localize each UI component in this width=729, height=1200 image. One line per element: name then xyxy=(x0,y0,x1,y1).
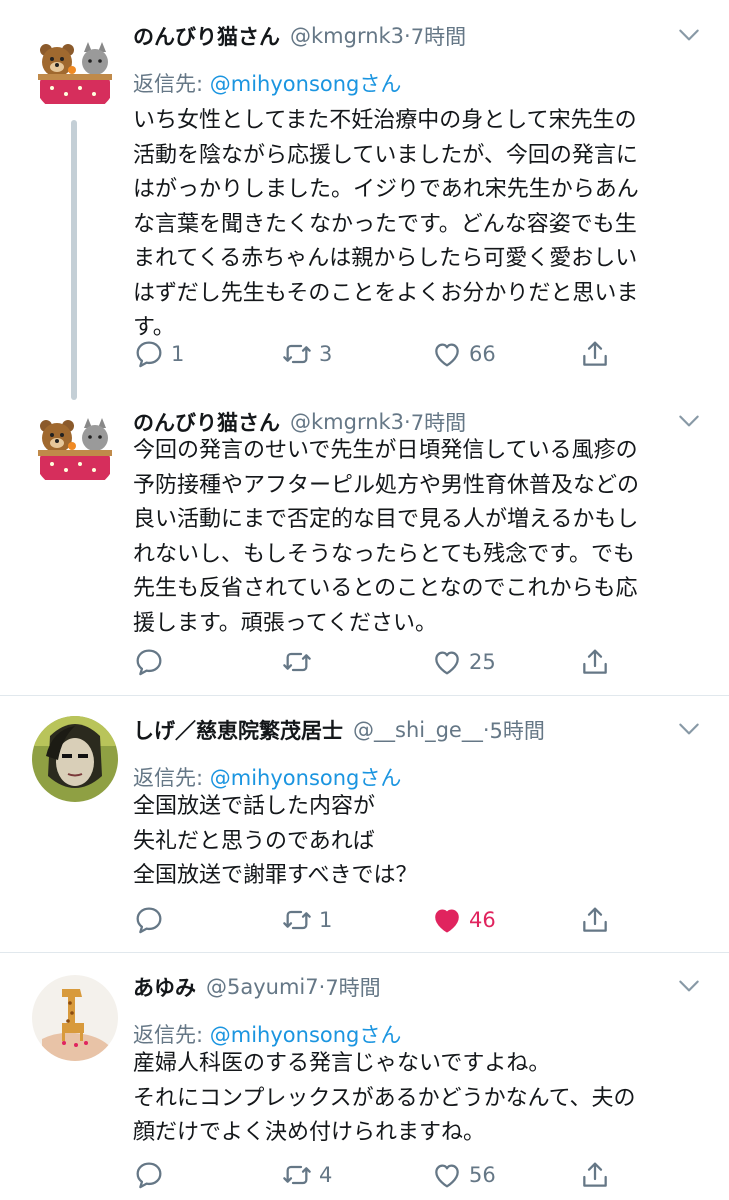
timestamp[interactable]: 7時間 xyxy=(325,972,380,1002)
timestamp[interactable]: 7時間 xyxy=(411,21,466,51)
tweet-divider xyxy=(0,952,729,953)
retweet-count: 3 xyxy=(319,342,333,366)
timestamp[interactable]: 7時間 xyxy=(411,407,466,437)
reply-count: 1 xyxy=(171,342,185,366)
share-button[interactable] xyxy=(579,642,611,682)
timestamp[interactable]: 5時間 xyxy=(490,715,545,745)
display-name[interactable]: あゆみ xyxy=(133,972,196,1002)
like-button[interactable]: 25 xyxy=(431,642,496,682)
reply-button[interactable]: 1 xyxy=(133,334,184,374)
heart-filled-icon xyxy=(435,909,459,933)
chevron-down-icon[interactable] xyxy=(676,408,702,434)
share-icon xyxy=(583,1162,607,1187)
chevron-down-icon[interactable] xyxy=(676,716,702,742)
heart-icon xyxy=(435,651,459,675)
retweet-icon xyxy=(283,344,311,364)
like-count: 56 xyxy=(469,1163,496,1187)
reply-to: 返信先: @mihyonsongさん xyxy=(133,68,401,98)
tweet-text: 今回の発言のせいで先生が日頃発信している風疹の 予防接種やアフターピル処方や男性… xyxy=(133,434,713,641)
user-handle[interactable]: @kmgrnk3 xyxy=(290,24,404,48)
like-button[interactable]: 46 xyxy=(431,900,496,940)
display-name[interactable]: しげ／慈恵院繁茂居士 xyxy=(133,715,343,745)
user-handle[interactable]: @kmgrnk3 xyxy=(290,410,404,434)
thread-line xyxy=(71,120,77,400)
tweet-divider xyxy=(0,695,729,696)
share-button[interactable] xyxy=(579,1155,611,1195)
reply-icon xyxy=(136,341,162,368)
reply-icon xyxy=(136,649,162,676)
reply-button[interactable] xyxy=(133,642,171,682)
tweet-header: あゆみ @5ayumi7 · 7時間 xyxy=(133,967,381,1007)
tweet-text-content: 今回の発言のせいで先生が日頃発信している風疹の 予防接種やアフターピル処方や男性… xyxy=(133,438,640,636)
reply-to-prefix: 返信先: xyxy=(133,766,210,790)
tweet-text: いち女性としてまた不妊治療中の身として宋先生の 活動を陰ながら応援していましたが… xyxy=(133,104,713,346)
share-button[interactable] xyxy=(579,334,611,374)
like-count: 25 xyxy=(469,650,496,674)
share-icon xyxy=(583,907,607,932)
reply-to: 返信先: @mihyonsongさん xyxy=(133,762,401,792)
heart-icon xyxy=(435,343,459,367)
separator-dot: · xyxy=(482,718,490,742)
tweet-header: しげ／慈恵院繁茂居士 @__shi_ge__ · 5時間 xyxy=(133,710,545,750)
reply-to-user-link[interactable]: @mihyonsongさん xyxy=(210,766,402,790)
tweet-4[interactable]: あゆみ @5ayumi7 · 7時間 返信先: @mihyonsongさん 産婦… xyxy=(0,967,729,1200)
reply-to-user-link[interactable]: @mihyonsongさん xyxy=(210,1023,402,1047)
retweet-icon xyxy=(283,910,311,930)
retweet-button[interactable]: 4 xyxy=(281,1155,332,1195)
separator-dot: · xyxy=(404,410,411,434)
avatar-giraffe-hand[interactable] xyxy=(32,975,118,1061)
tweet-actions: 1 3 66 xyxy=(133,334,693,374)
tweet-text: 産婦人科医のする発言じゃないですよね。 それにコンプレックスがあるかどうかなんて… xyxy=(133,1047,713,1151)
retweet-icon xyxy=(283,1165,311,1185)
like-button[interactable]: 66 xyxy=(431,334,496,374)
retweet-icon xyxy=(283,652,311,672)
retweet-count: 4 xyxy=(319,1163,333,1187)
reply-button[interactable] xyxy=(133,1155,171,1195)
tweet-2[interactable]: のんびり猫さん @kmgrnk3 · 7時間 今回の発言のせいで先生が日頃発信し… xyxy=(0,402,729,694)
like-count: 66 xyxy=(469,342,496,366)
separator-dot: · xyxy=(318,975,326,999)
separator-dot: · xyxy=(404,24,411,48)
chevron-down-icon[interactable] xyxy=(676,973,702,999)
avatar-face[interactable] xyxy=(32,716,118,802)
retweet-count: 1 xyxy=(319,908,333,932)
share-button[interactable] xyxy=(579,900,611,940)
retweet-button[interactable]: 3 xyxy=(281,334,332,374)
reply-to: 返信先: @mihyonsongさん xyxy=(133,1019,401,1049)
reply-button[interactable] xyxy=(133,900,171,940)
retweet-button[interactable] xyxy=(281,642,319,682)
avatar-bear-cat[interactable] xyxy=(32,406,118,492)
heart-icon xyxy=(435,1164,459,1188)
tweet-text-content: 全国放送で話した内容が 失礼だと思うのであれば 全国放送で謝罪すべきでは？ xyxy=(133,794,418,888)
tweet-header: のんびり猫さん @kmgrnk3 · 7時間 xyxy=(133,16,466,56)
reply-to-prefix: 返信先: xyxy=(133,72,210,96)
retweet-button[interactable]: 1 xyxy=(281,900,332,940)
tweet-text-content: いち女性としてまた不妊治療中の身として宋先生の 活動を陰ながら応援していましたが… xyxy=(133,108,639,340)
share-icon xyxy=(583,341,607,366)
tweet-1[interactable]: のんびり猫さん @kmgrnk3 · 7時間 返信先: @mihyonsongさ… xyxy=(0,16,729,400)
tweet-actions: 25 xyxy=(133,642,693,682)
user-handle[interactable]: @__shi_ge__ xyxy=(353,718,483,742)
like-button[interactable]: 56 xyxy=(431,1155,496,1195)
chevron-down-icon[interactable] xyxy=(676,22,702,48)
avatar-bear-cat[interactable] xyxy=(32,30,118,116)
reply-icon xyxy=(136,1162,162,1189)
like-count: 46 xyxy=(469,908,496,932)
reply-to-user-link[interactable]: @mihyonsongさん xyxy=(210,72,402,96)
share-icon xyxy=(583,649,607,674)
tweet-text-content: 産婦人科医のする発言じゃないですよね。 それにコンプレックスがあるかどうかなんて… xyxy=(133,1051,636,1145)
tweet-3[interactable]: しげ／慈恵院繁茂居士 @__shi_ge__ · 5時間 返信先: @mihyo… xyxy=(0,710,729,950)
reply-icon xyxy=(136,907,162,934)
tweet-actions: 4 56 xyxy=(133,1155,693,1195)
tweet-actions: 1 46 xyxy=(133,900,693,940)
user-handle[interactable]: @5ayumi7 xyxy=(206,975,319,999)
reply-to-prefix: 返信先: xyxy=(133,1023,210,1047)
tweet-text: 全国放送で話した内容が 失礼だと思うのであれば 全国放送で謝罪すべきでは？ xyxy=(133,790,713,894)
display-name[interactable]: のんびり猫さん xyxy=(133,21,280,51)
display-name[interactable]: のんびり猫さん xyxy=(133,407,280,437)
